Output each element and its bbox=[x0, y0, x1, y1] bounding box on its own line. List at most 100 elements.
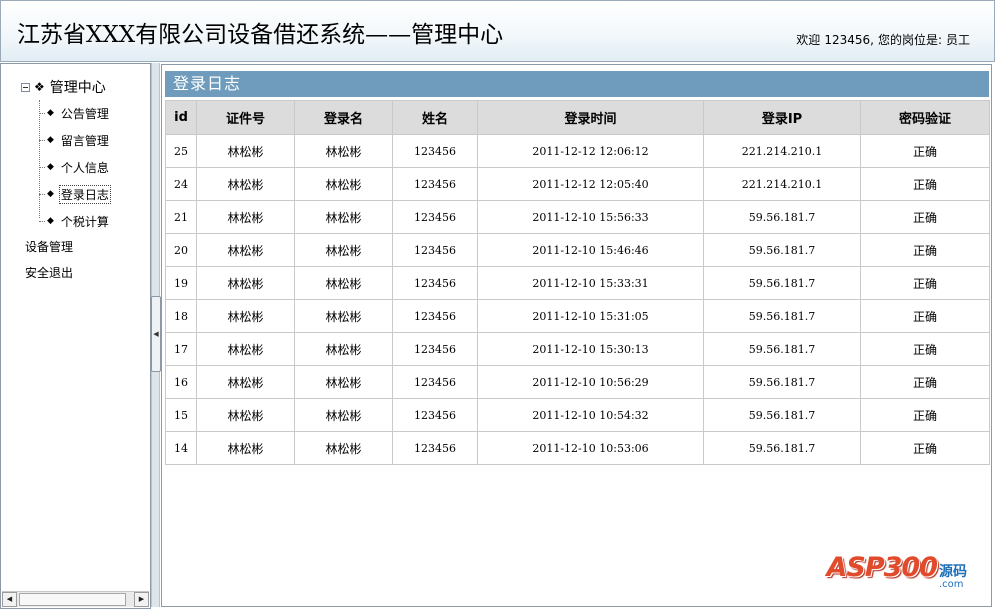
column-header: 证件号 bbox=[196, 100, 295, 135]
diamond-icon: ◆ bbox=[47, 161, 54, 172]
table-cell: 123456 bbox=[392, 332, 478, 366]
tree-branch-line bbox=[39, 112, 45, 114]
table-cell: 2011-12-12 12:05:40 bbox=[477, 167, 704, 201]
table-cell: 林松彬 bbox=[196, 266, 295, 300]
table-row: 18 林松彬 林松彬 123456 2011-12-10 15:31:05 59.56.1… bbox=[165, 299, 990, 333]
table-cell: 21 bbox=[165, 200, 197, 234]
scrollbar-thumb[interactable] bbox=[19, 593, 126, 606]
table-cell: 19 bbox=[165, 266, 197, 300]
table-cell: 正确 bbox=[860, 431, 990, 465]
tree-root-admin-center[interactable]: ❖ 管理中心 bbox=[21, 78, 106, 96]
sidebar-item-login-log[interactable]: ◆ 登录日志 bbox=[39, 184, 111, 204]
table-cell: 2011-12-10 15:56:33 bbox=[477, 200, 704, 234]
table-cell: 2011-12-10 15:31:05 bbox=[477, 299, 704, 333]
table-cell: 17 bbox=[165, 332, 197, 366]
table-cell: 正确 bbox=[860, 332, 990, 366]
table-cell: 59.56.181.7 bbox=[703, 266, 861, 300]
role-label: 您的岗位是: bbox=[877, 33, 942, 47]
sidebar-item-tax-calc[interactable]: ◆ 个税计算 bbox=[39, 212, 110, 230]
tree-branch-line bbox=[39, 193, 45, 195]
table-cell: 林松彬 bbox=[196, 233, 295, 267]
arrow-right-icon[interactable]: ▶ bbox=[134, 592, 149, 607]
diamond-icon: ◆ bbox=[47, 215, 54, 226]
tree-branch-line bbox=[39, 139, 45, 141]
site-watermark: ASP300 源码 .com bbox=[827, 552, 968, 590]
table-cell: 59.56.181.7 bbox=[703, 200, 861, 234]
table-cell: 林松彬 bbox=[196, 431, 295, 465]
watermark-sub: 源码 .com bbox=[939, 565, 967, 590]
table-cell: 2011-12-12 12:06:12 bbox=[477, 134, 704, 168]
table-cell: 59.56.181.7 bbox=[703, 431, 861, 465]
table-cell: 2011-12-10 10:54:32 bbox=[477, 398, 704, 432]
login-log-table: id 证件号 登录名 姓名 登录时间 登录IP 密码验证 25 林松彬 林松彬 123456 201… bbox=[165, 100, 990, 465]
table-cell: 123456 bbox=[392, 167, 478, 201]
table-cell: 16 bbox=[165, 365, 197, 399]
table-cell: 正确 bbox=[860, 398, 990, 432]
table-row: 25 林松彬 林松彬 123456 2011-12-12 12:06:12 221.214… bbox=[165, 134, 990, 168]
minus-box-icon[interactable] bbox=[21, 82, 30, 92]
table-cell: 正确 bbox=[860, 200, 990, 234]
sidebar-item-profile[interactable]: ◆ 个人信息 bbox=[39, 158, 110, 176]
watermark-domain: .com bbox=[939, 579, 964, 590]
table-cell: 59.56.181.7 bbox=[703, 299, 861, 333]
collapse-left-icon[interactable]: ◀ bbox=[151, 296, 161, 372]
table-cell: 正确 bbox=[860, 167, 990, 201]
app-header: 江苏省XXX有限公司设备借还系统——管理中心 欢迎 123456, 您的岗位是: 员工 bbox=[0, 0, 995, 62]
arrow-left-icon[interactable]: ◀ bbox=[2, 592, 17, 607]
diamond-icon: ◆ bbox=[47, 134, 54, 145]
table-cell: 123456 bbox=[392, 398, 478, 432]
column-header: 姓名 bbox=[392, 100, 478, 135]
table-cell: 123456 bbox=[392, 365, 478, 399]
column-header: 登录时间 bbox=[477, 100, 704, 135]
table-row: 15 林松彬 林松彬 123456 2011-12-10 10:54:32 59.56.1… bbox=[165, 398, 990, 432]
app-title: 江苏省XXX有限公司设备借还系统——管理中心 bbox=[17, 22, 504, 48]
column-header: 登录名 bbox=[294, 100, 393, 135]
table-cell: 123456 bbox=[392, 233, 478, 267]
watermark-logo: ASP300 bbox=[826, 552, 938, 583]
diamond-icon: ◆ bbox=[47, 188, 54, 199]
table-cell: 正确 bbox=[860, 233, 990, 267]
table-cell: 59.56.181.7 bbox=[703, 233, 861, 267]
table-row: 20 林松彬 林松彬 123456 2011-12-10 15:46:46 59.56.1… bbox=[165, 233, 990, 267]
table-cell: 59.56.181.7 bbox=[703, 332, 861, 366]
table-cell: 123456 bbox=[392, 266, 478, 300]
table-cell: 123456 bbox=[392, 200, 478, 234]
table-row: 17 林松彬 林松彬 123456 2011-12-10 15:30:13 59.56.1… bbox=[165, 332, 990, 366]
welcome-prefix: 欢迎 bbox=[796, 33, 821, 47]
sidebar-item-logout[interactable]: 安全退出 bbox=[25, 264, 73, 281]
table-cell: 林松彬 bbox=[196, 332, 295, 366]
sidebar-nav: ❖ 管理中心 ◆ 公告管理 ◆ 留言管理 ◆ 个人信息 ◆ 登录日志 ◆ 个税计算 设备管理 安全… bbox=[0, 63, 151, 609]
table-cell: 2011-12-10 15:30:13 bbox=[477, 332, 704, 366]
column-header: 登录IP bbox=[703, 100, 861, 135]
table-cell: 正确 bbox=[860, 134, 990, 168]
sidebar-horizontal-scrollbar[interactable]: ◀ ▶ bbox=[2, 591, 149, 607]
four-diamonds-icon: ❖ bbox=[34, 80, 45, 94]
table-cell: 林松彬 bbox=[196, 200, 295, 234]
table-cell: 123456 bbox=[392, 299, 478, 333]
column-header: 密码验证 bbox=[860, 100, 990, 135]
table-cell: 林松彬 bbox=[294, 365, 393, 399]
table-cell: 2011-12-10 10:56:29 bbox=[477, 365, 704, 399]
table-row: 16 林松彬 林松彬 123456 2011-12-10 10:56:29 59.56.1… bbox=[165, 365, 990, 399]
table-cell: 25 bbox=[165, 134, 197, 168]
column-header: id bbox=[165, 100, 197, 135]
table-cell: 2011-12-10 15:46:46 bbox=[477, 233, 704, 267]
table-row: 24 林松彬 林松彬 123456 2011-12-12 12:05:40 221.214… bbox=[165, 167, 990, 201]
sidebar-item-label: 个人信息 bbox=[60, 160, 109, 175]
watermark-cn-text: 源码 bbox=[939, 564, 967, 580]
table-cell: 18 bbox=[165, 299, 197, 333]
frame-splitter[interactable]: ◀ bbox=[151, 63, 161, 607]
table-cell: 林松彬 bbox=[294, 266, 393, 300]
sidebar-item-label: 个税计算 bbox=[60, 214, 109, 229]
table-cell: 林松彬 bbox=[294, 200, 393, 234]
table-row: 21 林松彬 林松彬 123456 2011-12-10 15:56:33 59.56.1… bbox=[165, 200, 990, 234]
sidebar-item-label: 留言管理 bbox=[60, 133, 109, 148]
table-cell: 林松彬 bbox=[196, 134, 295, 168]
tree-root-label: 管理中心 bbox=[49, 80, 106, 96]
section-title: 登录日志 bbox=[165, 71, 989, 97]
sidebar-item-equipment[interactable]: 设备管理 bbox=[25, 238, 73, 255]
sidebar-item-notice[interactable]: ◆ 公告管理 bbox=[39, 104, 110, 122]
tree-branch-line bbox=[39, 220, 45, 222]
table-cell: 林松彬 bbox=[294, 398, 393, 432]
sidebar-item-message[interactable]: ◆ 留言管理 bbox=[39, 131, 110, 149]
